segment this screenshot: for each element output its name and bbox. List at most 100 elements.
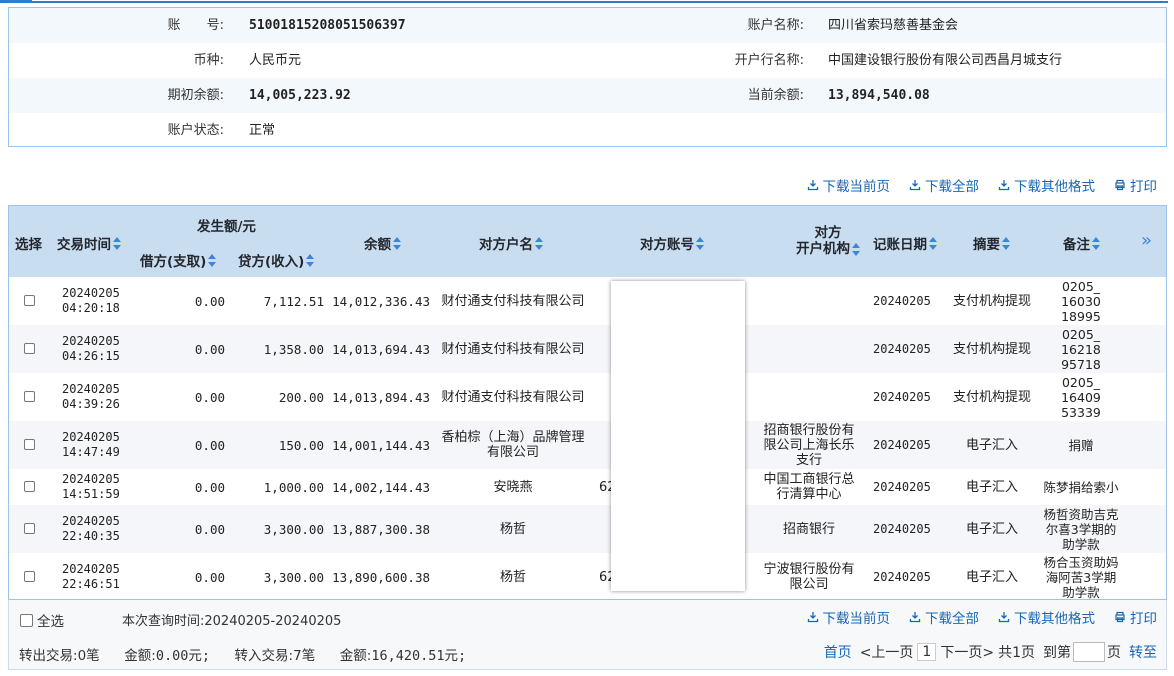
- row-summary: 电子汇入: [965, 569, 1018, 585]
- print-link[interactable]: 打印: [1114, 175, 1157, 195]
- row-party-bank: 中国工商银行总行清算中心: [763, 472, 855, 502]
- download-other-link[interactable]: 下载其他格式: [998, 175, 1095, 195]
- row-time: 20240205 22:40:35: [62, 505, 120, 553]
- download-all-link[interactable]: 下载全部: [909, 607, 979, 627]
- select-all[interactable]: 全选: [20, 610, 64, 630]
- sort-icon: [929, 236, 937, 250]
- more-columns-button[interactable]: »: [1141, 230, 1152, 251]
- goto-unit: 页: [1107, 645, 1121, 661]
- table-header: 选择 交易时间 发生额/元 借方(支取) 贷方(收入) 余额 对方户名 对方账号…: [9, 206, 1166, 277]
- col-balance[interactable]: 余额: [364, 233, 401, 253]
- col-party-bank-line2: 开户机构: [796, 241, 850, 257]
- download-page-link[interactable]: 下载当前页: [807, 607, 890, 627]
- row-credit: 7,112.51: [263, 293, 324, 309]
- download-other-label: 下载其他格式: [1014, 611, 1095, 627]
- current-page[interactable]: 1: [917, 643, 937, 661]
- row-post-date: 20240205: [873, 293, 931, 308]
- sort-icon: [1002, 236, 1010, 250]
- row-party-bank: [761, 373, 857, 421]
- tab-bar-rule: [32, 1, 1168, 3]
- row-post-date: 20240205: [873, 437, 931, 452]
- account-no-value: 51001815208051506397: [249, 18, 406, 33]
- sort-icon: [306, 253, 315, 267]
- col-post-date[interactable]: 记账日期: [873, 233, 937, 253]
- row-party-name: 财付通支付科技有限公司: [441, 389, 585, 405]
- col-remark[interactable]: 备注: [1063, 233, 1100, 253]
- account-name-label: 账户名称:: [747, 18, 804, 33]
- table-row[interactable]: 20240205 22:40:35 0.00 3,300.00 13,887,300.3…: [9, 505, 1166, 553]
- table-row[interactable]: 20240205 04:39:26 0.00 200.00 14,013,894.43 财…: [9, 373, 1166, 421]
- out-amount-label: 金额:: [124, 648, 156, 664]
- col-debit[interactable]: 借方(支取): [140, 250, 217, 270]
- row-post-date: 20240205: [873, 341, 931, 356]
- row-debit: 0.00: [194, 341, 225, 357]
- col-summary[interactable]: 摘要: [973, 233, 1010, 253]
- top-tab-bar: [0, 0, 1174, 3]
- row-party-bank: 招商银行股份有限公司上海长乐支行: [763, 422, 855, 468]
- col-party-account[interactable]: 对方账号: [640, 233, 704, 253]
- row-credit: 1,000.00: [263, 479, 324, 495]
- sort-icon: [852, 242, 860, 256]
- download-icon: [998, 180, 1010, 191]
- col-credit[interactable]: 贷方(收入): [238, 250, 315, 270]
- goto-page-input[interactable]: [1073, 642, 1105, 662]
- currency-value: 人民币元: [249, 53, 302, 68]
- table-row[interactable]: 20240205 14:51:59 0.00 1,000.00 14,002,144.4…: [9, 469, 1166, 505]
- col-party-name[interactable]: 对方户名: [479, 233, 543, 253]
- select-all-checkbox[interactable]: [20, 613, 33, 627]
- row-time-date: 20240205: [62, 334, 120, 348]
- row-remark: 0205_ 16218 95718: [1061, 326, 1101, 372]
- bank-name-label: 开户行名称:: [734, 53, 804, 68]
- print-link[interactable]: 打印: [1114, 607, 1157, 627]
- row-balance: 14,001,144.43: [332, 437, 430, 453]
- table-row[interactable]: 20240205 14:47:49 0.00 150.00 14,001,144.43 香…: [9, 421, 1166, 469]
- row-checkbox[interactable]: [24, 481, 35, 492]
- table-row[interactable]: 20240205 22:46:51 0.00 3,300.00 13,890,600.3…: [9, 553, 1166, 600]
- row-credit: 1,358.00: [263, 341, 324, 357]
- row-time-date: 20240205: [62, 472, 120, 486]
- col-time[interactable]: 交易时间: [57, 233, 121, 253]
- col-summary-label: 摘要: [973, 237, 1000, 253]
- row-checkbox[interactable]: [24, 391, 35, 402]
- table-row[interactable]: 20240205 04:20:18 0.00 7,112.51 14,012,336.4…: [9, 277, 1166, 325]
- row-credit: 200.00: [278, 389, 324, 405]
- row-summary: 支付机构提现: [952, 341, 1031, 357]
- row-checkbox[interactable]: [24, 571, 35, 582]
- download-page-link[interactable]: 下载当前页: [807, 175, 891, 195]
- row-time: 20240205 04:20:18: [62, 277, 120, 325]
- first-page-link[interactable]: 首页: [824, 642, 852, 662]
- sort-icon: [1092, 236, 1100, 250]
- table-row[interactable]: 20240205 04:26:15 0.00 1,358.00 14,013,694.4…: [9, 325, 1166, 373]
- row-party-bank: [761, 325, 857, 373]
- download-page-label: 下载当前页: [822, 179, 891, 195]
- row-party-bank: 宁波银行股份有限公司: [763, 562, 855, 592]
- current-balance-label: 当前余额:: [747, 88, 804, 103]
- row-remark: 杨合玉资助妈海阿苦3学期助学款: [1043, 554, 1119, 600]
- row-time-clock: 04:20:18: [62, 301, 120, 315]
- row-party-name: 香柏棕（上海）品牌管理有限公司: [441, 430, 585, 460]
- download-other-link[interactable]: 下载其他格式: [998, 607, 1095, 627]
- next-page-link[interactable]: 下一页>: [940, 642, 994, 662]
- query-time-value: 20240205-20240205: [204, 614, 342, 629]
- row-balance: 13,887,300.38: [332, 521, 430, 537]
- row-checkbox[interactable]: [24, 439, 35, 450]
- out-tx-value: 0笔: [77, 648, 100, 664]
- print-label: 打印: [1130, 179, 1157, 195]
- sort-icon: [208, 253, 217, 267]
- row-debit: 0.00: [194, 521, 225, 537]
- download-all-link[interactable]: 下载全部: [909, 175, 979, 195]
- row-party-name: 杨哲: [499, 521, 526, 537]
- row-checkbox[interactable]: [24, 343, 35, 354]
- row-post-date: 20240205: [873, 569, 931, 584]
- redaction-overlay: [611, 281, 745, 591]
- row-checkbox[interactable]: [24, 295, 35, 306]
- row-checkbox[interactable]: [24, 523, 35, 534]
- account-info-panel: 账 号: 51001815208051506397 账户名称: 四川省索玛慈善基…: [8, 7, 1167, 147]
- go-button[interactable]: 转至: [1129, 642, 1157, 662]
- col-select: 选择: [15, 237, 42, 253]
- col-party-bank[interactable]: 对方 开户机构: [796, 225, 860, 257]
- print-icon: [1115, 611, 1125, 623]
- prev-page-link[interactable]: <上一页: [860, 642, 914, 662]
- row-party-bank: [761, 277, 857, 325]
- download-all-label: 下载全部: [925, 611, 979, 627]
